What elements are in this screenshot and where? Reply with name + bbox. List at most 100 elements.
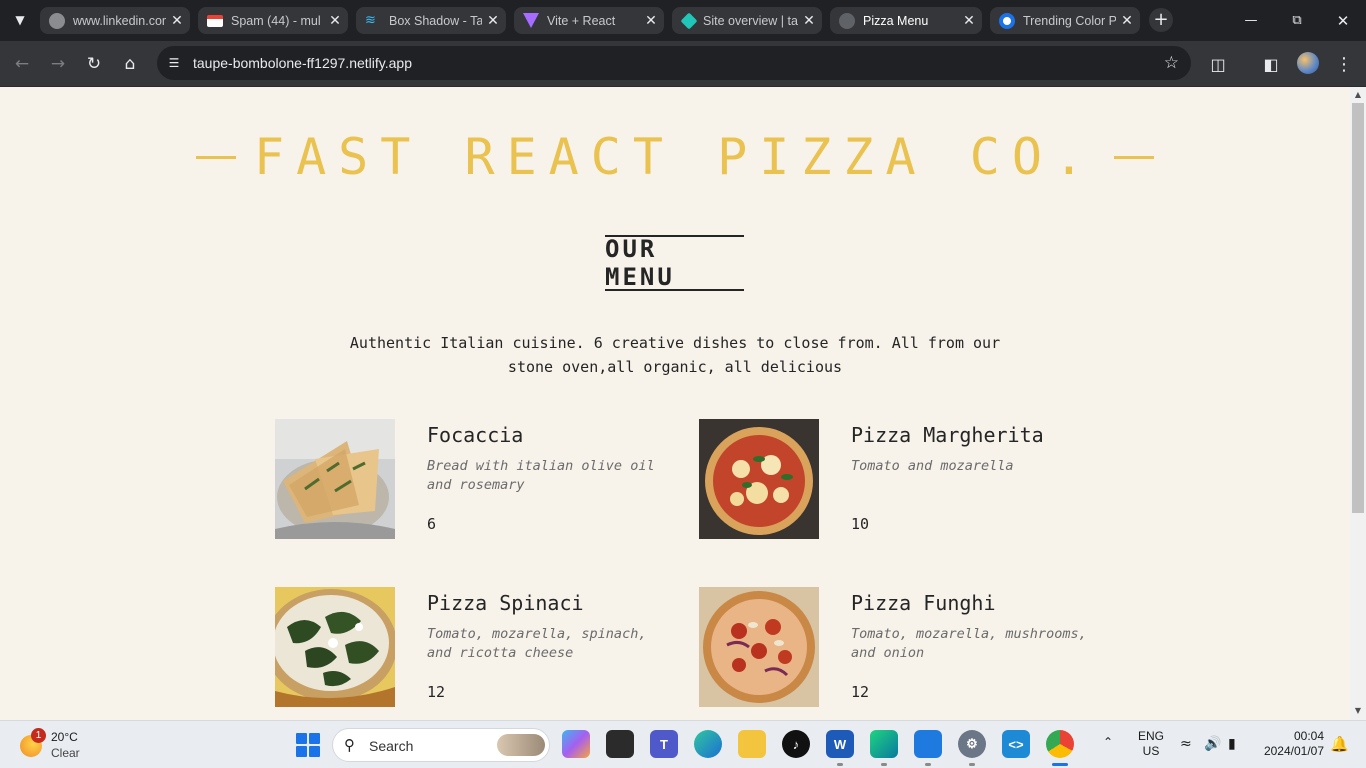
tiktok-icon[interactable]: ♪ [782,730,810,758]
globe-icon [49,12,65,29]
restore-button[interactable]: ⧉ [1274,0,1320,41]
extensions-icon[interactable]: ◫ [1205,51,1231,77]
header-dash-left [195,155,236,159]
tab-title: Vite + React [547,13,616,28]
file-manager-icon[interactable] [606,730,634,758]
pizza-item: Focaccia Bread with italian olive oil an… [275,419,675,539]
tab-site-overview[interactable]: Site overview | ta ✕ [672,7,822,34]
scrollbar-thumb[interactable] [1352,103,1364,513]
search-highlight-image [497,734,545,756]
reload-button[interactable]: ↻ [81,51,107,77]
running-indicator [881,763,887,766]
volume-icon[interactable]: 🔊 [1204,736,1221,752]
clock[interactable]: 00:04 2024/01/07 [1256,729,1324,759]
copilot-icon[interactable] [562,730,590,758]
pycharm-icon[interactable] [870,730,898,758]
bookmark-star-icon[interactable]: ☆ [1164,53,1179,73]
pizza-ingredients: Tomato, mozarella, mushrooms, and onion [851,626,1087,661]
new-tab-button[interactable]: + [1149,8,1173,32]
scroll-up-icon[interactable]: ▲ [1353,90,1363,99]
tab-trending-color[interactable]: Trending Color P ✕ [990,7,1140,34]
edge-icon[interactable] [694,730,722,758]
close-icon[interactable]: ✕ [1116,13,1138,29]
tab-gmail[interactable]: Spam (44) - mul ✕ [198,7,348,34]
start-button[interactable] [296,733,320,757]
pizza-price: 12 [851,683,870,701]
pizza-photo-margherita [699,419,819,539]
input-language[interactable]: ENG US [1136,729,1166,759]
back-button[interactable]: ← [9,51,35,77]
close-icon[interactable]: ✕ [798,13,820,29]
weather-widget[interactable]: 1 20°C Clear [18,727,118,763]
tray-overflow-icon[interactable]: ⌃ [1103,735,1113,749]
language-code: ENG [1137,729,1164,743]
active-app-indicator [1052,763,1068,766]
tab-title: Box Shadow - Ta [389,13,482,28]
globe-icon [839,12,855,29]
vscode-icon[interactable]: <> [1002,730,1030,758]
close-icon[interactable]: ✕ [958,13,980,29]
tab-vite-react[interactable]: Vite + React ✕ [514,7,664,34]
pizza-ingredients: Tomato, mozarella, spinach, and ricotta … [427,626,647,661]
tab-linkedin[interactable]: www.linkedin.com ✕ [40,7,190,34]
tab-pizza-menu[interactable]: Pizza Menu ✕ [830,7,982,34]
more-menu-icon[interactable]: ⋮ [1331,51,1357,77]
search-icon: ⚲ [344,736,355,754]
tab-title: Trending Color P [1023,13,1116,28]
profile-avatar[interactable] [1297,52,1319,74]
close-icon[interactable]: ✕ [324,13,346,29]
running-indicator [925,763,931,766]
close-window-button[interactable]: ✕ [1320,0,1366,41]
url-text[interactable]: taupe-bombolone-ff1297.netlify.app [193,55,412,71]
chrome-icon[interactable] [1046,730,1074,758]
tab-title: Spam (44) - mul [231,13,321,28]
file-explorer-icon[interactable] [738,730,766,758]
teams-icon[interactable]: T [650,730,678,758]
search-label: Search [369,738,414,754]
home-button[interactable]: ⌂ [117,51,143,77]
running-indicator [969,763,975,766]
tab-box-shadow[interactable]: ≋ Box Shadow - Ta ✕ [356,7,506,34]
side-panel-icon[interactable]: ◧ [1258,51,1284,77]
coolors-icon [999,12,1015,29]
menu-heading-text: OUR MENU [605,235,675,291]
browser-tab-strip: ▼ www.linkedin.com ✕ Spam (44) - mul ✕ ≋… [0,0,1366,41]
page-viewport: FAST REACT PIZZA CO. OUR MENU Authentic … [0,87,1350,720]
pizza-photo-focaccia [275,419,395,539]
close-icon[interactable]: ✕ [166,13,188,29]
minimize-button[interactable]: — [1228,0,1274,41]
battery-icon[interactable]: ▮ [1228,736,1236,752]
address-bar[interactable]: ☰ taupe-bombolone-ff1297.netlify.app ☆ [157,46,1191,80]
pizza-item: Pizza Spinaci Tomato, mozarella, spinach… [275,587,675,707]
taskbar-search[interactable]: ⚲ Search [332,728,550,762]
pizza-name: Focaccia [427,423,524,447]
tab-title: Site overview | ta [703,13,798,28]
notification-bell-icon[interactable]: 🔔 [1330,735,1349,753]
clock-date: 2024/01/07 [1263,744,1324,758]
pizza-item: Pizza Funghi Tomato, mozarella, mushroom… [699,587,1099,707]
vertical-scrollbar[interactable]: ▲ ▼ [1350,87,1366,720]
paint-icon[interactable] [914,730,942,758]
windows-logo-icon [296,733,307,744]
scroll-down-icon[interactable]: ▼ [1353,706,1363,715]
close-icon[interactable]: ✕ [482,13,504,29]
site-info-icon[interactable]: ☰ [165,54,183,72]
pizza-name: Pizza Margherita [851,423,1044,447]
close-icon[interactable]: ✕ [640,13,662,29]
word-icon[interactable]: W [826,730,854,758]
tab-search-icon[interactable]: ▼ [8,8,32,32]
browser-toolbar: ← → ↻ ⌂ ☰ taupe-bombolone-ff1297.netlify… [0,41,1366,87]
pizza-ingredients: Bread with italian olive oil and rosemar… [427,458,655,493]
pizza-ingredients: Tomato and mozarella [851,458,1014,474]
tab-title: www.linkedin.com [73,13,166,28]
gmail-icon [207,14,223,27]
region-code: US [1142,744,1160,758]
tailwind-icon: ≋ [365,12,376,28]
windows-taskbar: 1 20°C Clear ⚲ Search T ♪ W ⚙ <> ⌃ ENG U… [0,720,1366,768]
clock-time: 00:04 [1293,729,1324,743]
pizza-name: Pizza Spinaci [427,591,584,615]
vite-icon [523,13,539,28]
settings-icon[interactable]: ⚙ [958,730,986,758]
forward-button[interactable]: → [45,51,71,77]
wifi-icon[interactable]: ≈ [1180,736,1192,752]
